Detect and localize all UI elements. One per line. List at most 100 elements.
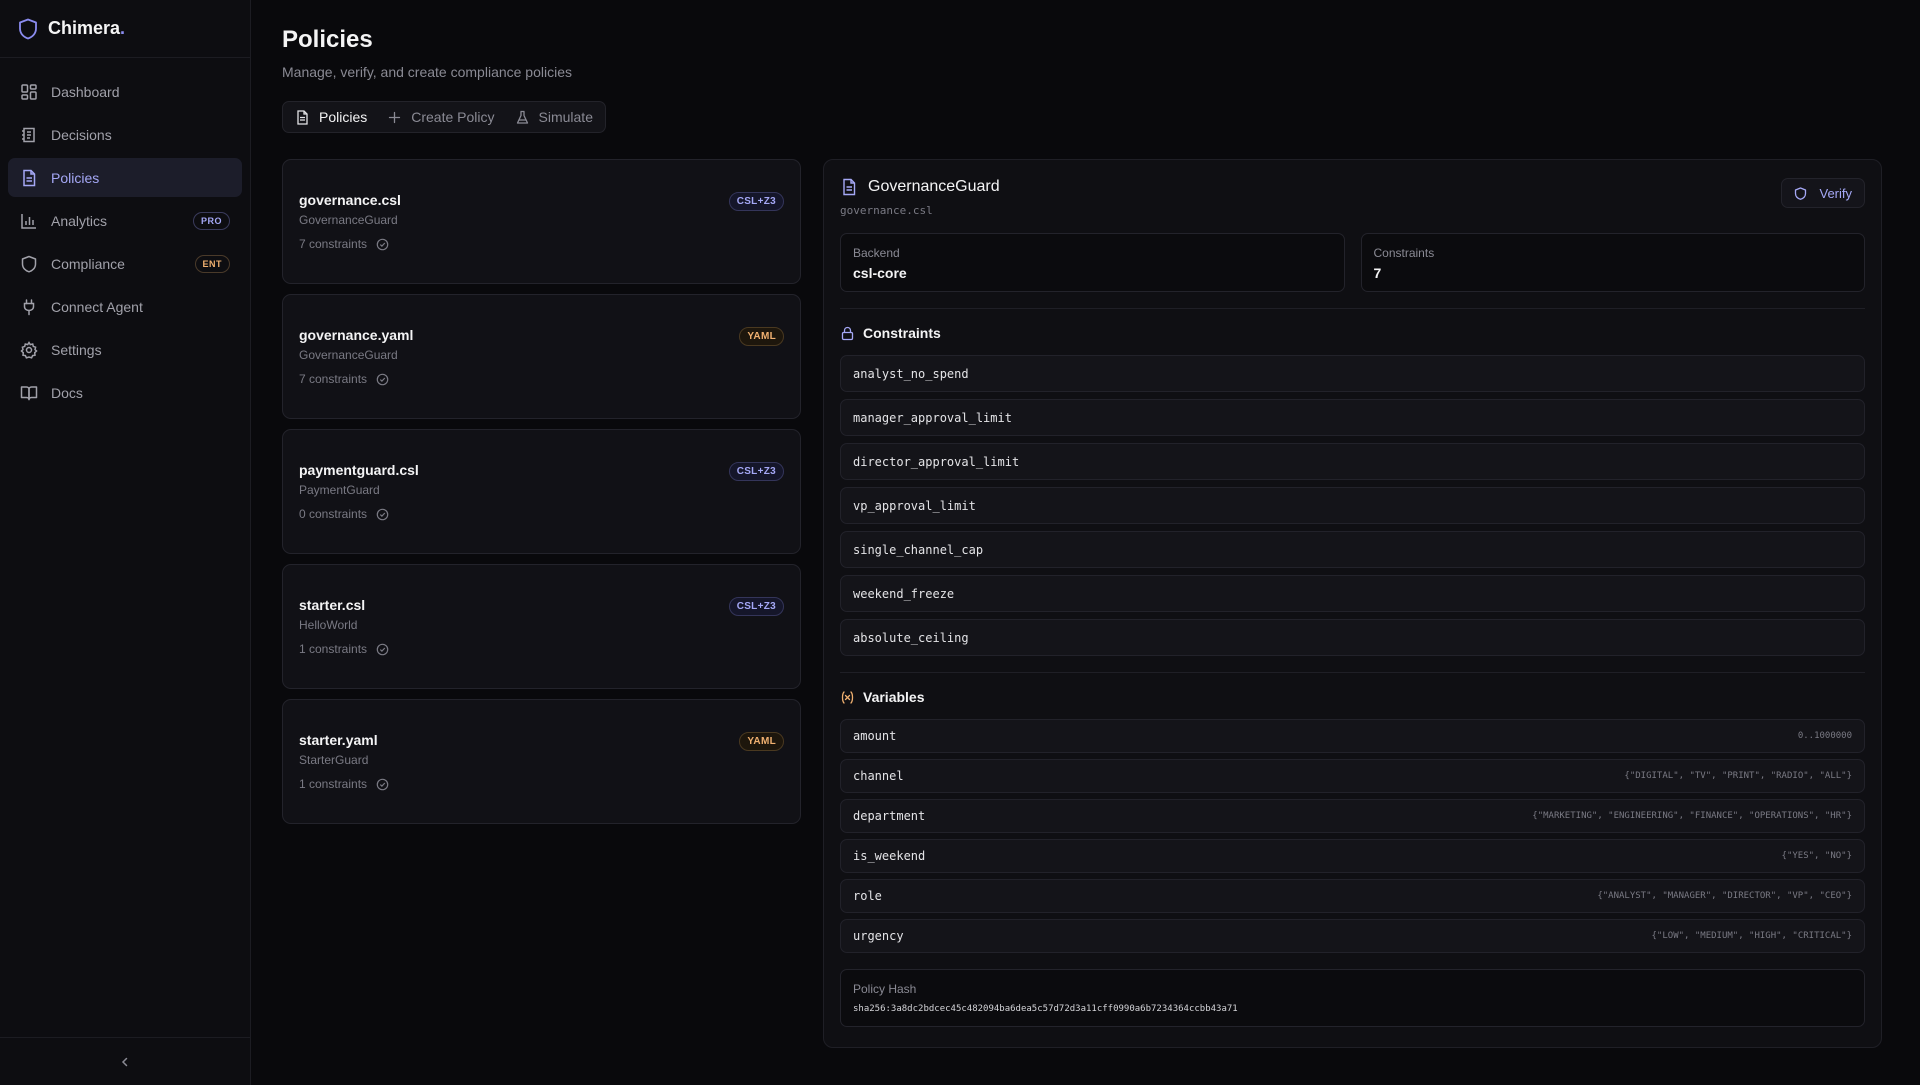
book-icon: [20, 384, 38, 402]
policy-guard-name: HelloWorld: [299, 618, 358, 632]
tab-simulate[interactable]: Simulate: [507, 104, 601, 130]
sidebar-nav: Dashboard Decisions Policies Analytics P…: [0, 58, 250, 1037]
sidebar-item-analytics[interactable]: Analytics PRO: [8, 201, 242, 240]
gear-icon: [20, 340, 38, 359]
constraint-item[interactable]: manager_approval_limit: [840, 399, 1865, 436]
shield-icon: [20, 255, 38, 273]
policy-file-name: governance.csl: [299, 192, 401, 208]
analytics-icon: [20, 212, 38, 230]
policy-detail-panel: GovernanceGuard governance.csl Verify Ba…: [823, 159, 1882, 1048]
policy-type-badge: YAML: [739, 732, 784, 751]
policy-constraint-count: 1 constraints: [299, 642, 784, 656]
brand-dot: .: [120, 18, 126, 38]
check-circle-icon: [376, 373, 389, 386]
constraint-item[interactable]: absolute_ceiling: [840, 619, 1865, 656]
sidebar-item-compliance[interactable]: Compliance ENT: [8, 244, 242, 283]
stat-value: 7: [1373, 265, 1382, 281]
policy-card[interactable]: governance.yaml GovernanceGuard 7 constr…: [282, 294, 801, 419]
collapse-sidebar-button[interactable]: [0, 1037, 250, 1085]
constraint-item[interactable]: analyst_no_spend: [840, 355, 1865, 392]
variable-domain: {"DIGITAL", "TV", "PRINT", "RADIO", "ALL…: [1624, 771, 1852, 781]
policy-card[interactable]: paymentguard.csl PaymentGuard 0 constrai…: [282, 429, 801, 554]
constraint-count-text: 7 constraints: [299, 372, 368, 386]
plus-icon: [387, 110, 402, 125]
variable-domain: {"LOW", "MEDIUM", "HIGH", "CRITICAL"}: [1651, 931, 1852, 941]
sidebar-item-decisions[interactable]: Decisions: [8, 115, 242, 154]
tab-label: Policies: [319, 109, 368, 125]
constraint-item[interactable]: weekend_freeze: [840, 575, 1865, 612]
tab-create-policy[interactable]: Create Policy: [379, 104, 502, 130]
sidebar-item-connect-agent[interactable]: Connect Agent: [8, 287, 242, 326]
hash-value[interactable]: sha256:3a8dc2bdcec45c482094ba6dea5c57d72…: [853, 1004, 1852, 1014]
sidebar-item-label: Dashboard: [51, 83, 120, 100]
policy-file-name: starter.yaml: [299, 732, 378, 748]
policy-hash-box: Policy Hash sha256:3a8dc2bdcec45c482094b…: [840, 969, 1865, 1027]
sidebar-item-label: Policies: [51, 169, 100, 186]
sidebar-item-label: Compliance: [51, 255, 125, 272]
variable-name: amount: [853, 729, 897, 743]
stat-label: Backend: [853, 246, 900, 260]
variable-icon: [840, 690, 855, 705]
page-title: Policies: [282, 26, 373, 53]
page-subtitle: Manage, verify, and create compliance po…: [282, 64, 573, 80]
sidebar-item-policies[interactable]: Policies: [8, 158, 242, 197]
sidebar-item-docs[interactable]: Docs: [8, 373, 242, 412]
stat-label: Constraints: [1373, 246, 1435, 260]
policy-card[interactable]: governance.csl GovernanceGuard 7 constra…: [282, 159, 801, 284]
policy-type-badge: CSL+Z3: [728, 192, 784, 211]
detail-file-name: governance.csl: [840, 204, 933, 217]
sidebar-item-label: Analytics: [51, 212, 108, 229]
sidebar-item-dashboard[interactable]: Dashboard: [8, 72, 242, 111]
detail-title: GovernanceGuard: [868, 178, 1000, 195]
policy-constraint-count: 7 constraints: [299, 237, 784, 251]
policy-constraint-count: 7 constraints: [299, 372, 784, 386]
section-title: Variables: [863, 689, 925, 705]
variable-domain: {"MARKETING", "ENGINEERING", "FINANCE", …: [1532, 811, 1852, 821]
flask-icon: [515, 110, 530, 125]
policy-card[interactable]: starter.yaml StarterGuard 1 constraints …: [282, 699, 801, 824]
verify-button[interactable]: Verify: [1781, 178, 1865, 208]
brand-name: Chimera.: [48, 18, 125, 39]
constraint-item[interactable]: single_channel_cap: [840, 531, 1865, 568]
variable-name: department: [853, 809, 926, 823]
policy-type-badge: YAML: [739, 327, 784, 346]
sidebar-item-label: Settings: [51, 341, 102, 358]
plug-icon: [20, 298, 38, 316]
sidebar: Chimera. Dashboard Decisions Policies An…: [0, 0, 251, 1085]
policies-icon: [20, 169, 38, 187]
app-root: Chimera. Dashboard Decisions Policies An…: [0, 0, 1920, 1085]
variable-domain: 0..1000000: [1797, 731, 1852, 741]
policy-card[interactable]: starter.csl HelloWorld 1 constraints CSL…: [282, 564, 801, 689]
variable-row: channel {"DIGITAL", "TV", "PRINT", "RADI…: [840, 759, 1865, 793]
policy-guard-name: StarterGuard: [299, 753, 369, 767]
brand[interactable]: Chimera.: [0, 0, 250, 58]
policy-guard-name: GovernanceGuard: [299, 348, 398, 362]
variable-row: urgency {"LOW", "MEDIUM", "HIGH", "CRITI…: [840, 919, 1865, 953]
dashboard-icon: [20, 83, 38, 101]
hash-label: Policy Hash: [853, 982, 917, 996]
tab-policies[interactable]: Policies: [287, 104, 375, 130]
constraints-list: analyst_no_spend manager_approval_limit …: [840, 355, 1865, 656]
policy-guard-name: GovernanceGuard: [299, 213, 398, 227]
shield-logo-icon: [18, 18, 38, 40]
variables-list: amount 0..1000000 channel {"DIGITAL", "T…: [840, 719, 1865, 953]
check-circle-icon: [376, 238, 389, 251]
constraint-count-text: 1 constraints: [299, 642, 368, 656]
backend-stat: Backend csl-core: [840, 233, 1345, 292]
variables-heading: Variables: [840, 689, 1865, 705]
check-circle-icon: [376, 508, 389, 521]
variable-domain: {"YES", "NO"}: [1781, 851, 1852, 861]
tab-bar: Policies Create Policy Simulate: [282, 101, 606, 133]
constraint-count-text: 7 constraints: [299, 237, 368, 251]
variable-name: urgency: [853, 929, 904, 943]
check-circle-icon: [376, 778, 389, 791]
section-title: Constraints: [863, 325, 941, 341]
divider: [840, 672, 1865, 673]
ent-badge: ENT: [194, 254, 230, 273]
content-area: governance.csl GovernanceGuard 7 constra…: [282, 159, 1888, 1048]
policy-file-name: paymentguard.csl: [299, 462, 419, 478]
sidebar-item-settings[interactable]: Settings: [8, 330, 242, 369]
pro-badge: PRO: [192, 211, 230, 230]
constraint-item[interactable]: director_approval_limit: [840, 443, 1865, 480]
constraint-item[interactable]: vp_approval_limit: [840, 487, 1865, 524]
